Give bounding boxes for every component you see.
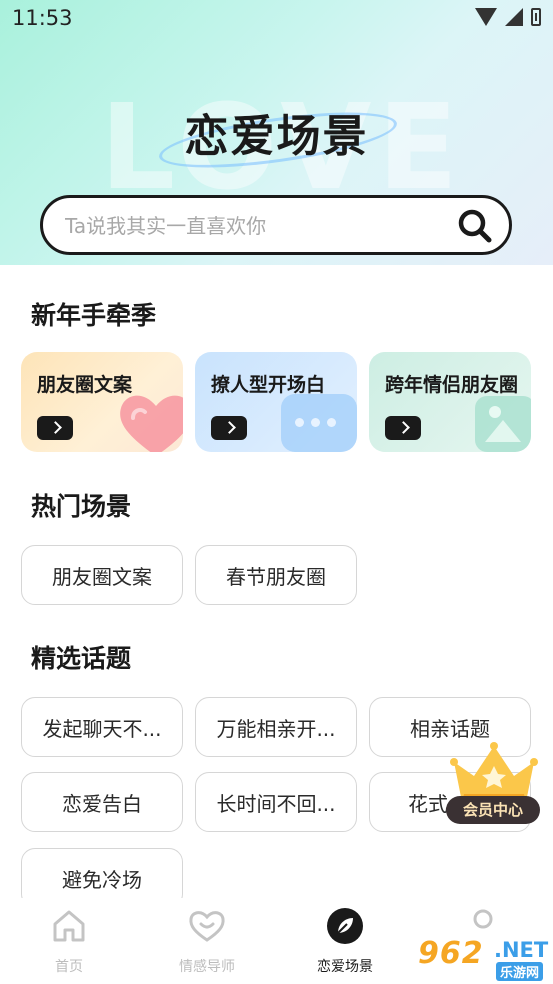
chip-topic[interactable]: 发起聊天不...: [21, 697, 183, 757]
scene-card-openers[interactable]: 撩人型开场白: [195, 352, 357, 452]
tab-label: 情感导师: [179, 959, 235, 975]
tab-home[interactable]: 首页: [0, 898, 138, 984]
vip-label: 会员中心: [446, 796, 540, 824]
picture-icon: [475, 396, 531, 452]
bubble-dot: [311, 418, 320, 427]
card-label: 撩人型开场白: [211, 374, 326, 396]
play-icon: [211, 416, 247, 440]
chip-topic[interactable]: 恋爱告白: [21, 772, 183, 832]
status-bar: 11:53: [0, 0, 553, 38]
tab-love-scenes[interactable]: 恋爱场景: [276, 898, 414, 984]
signal-icon: [505, 8, 523, 26]
page-title: 恋爱场景: [184, 111, 369, 162]
wifi-icon: [475, 8, 497, 26]
compass-leaf-icon: [327, 908, 363, 944]
play-icon: [37, 416, 73, 440]
tab-mentor[interactable]: 情感导师: [138, 898, 276, 984]
scene-card-couple-moments[interactable]: 跨年情侣朋友圈: [369, 352, 531, 452]
watermark-net: .NET: [494, 938, 549, 962]
section-title-hot: 热门场景: [31, 492, 132, 521]
play-icon: [385, 416, 421, 440]
chip-topic[interactable]: 万能相亲开...: [195, 697, 357, 757]
bubble-dot: [327, 418, 336, 427]
chip-topic[interactable]: 长时间不回...: [195, 772, 357, 832]
site-watermark: 962 .NET 乐游网: [412, 934, 550, 982]
section-title-topics: 精选话题: [31, 644, 132, 673]
watermark-brand: 962: [418, 936, 484, 971]
status-time: 11:53: [12, 6, 73, 30]
battery-icon: [531, 8, 541, 26]
card-label: 朋友圈文案: [37, 374, 133, 396]
watermark-sub: 乐游网: [496, 962, 544, 981]
tab-label: 恋爱场景: [317, 959, 373, 975]
search-input[interactable]: [65, 212, 435, 240]
bubble-dot: [295, 418, 304, 427]
chip-hot-moments[interactable]: 朋友圈文案: [21, 545, 183, 605]
chip-hot-spring-festival[interactable]: 春节朋友圈: [195, 545, 357, 605]
tab-label: 首页: [55, 959, 83, 975]
card-label: 跨年情侣朋友圈: [385, 374, 519, 396]
section-title-new-year: 新年手牵季: [31, 301, 157, 330]
home-icon: [53, 910, 85, 942]
scene-card-moments[interactable]: 朋友圈文案: [21, 352, 183, 452]
vip-center-button[interactable]: 会员中心: [446, 740, 542, 824]
status-icons: [475, 8, 541, 26]
chat-bubble-icon: [281, 394, 357, 452]
heart-smile-icon: [189, 911, 225, 942]
heart-icon: [120, 395, 183, 452]
search-bar[interactable]: [40, 195, 512, 255]
search-icon[interactable]: [455, 206, 495, 246]
